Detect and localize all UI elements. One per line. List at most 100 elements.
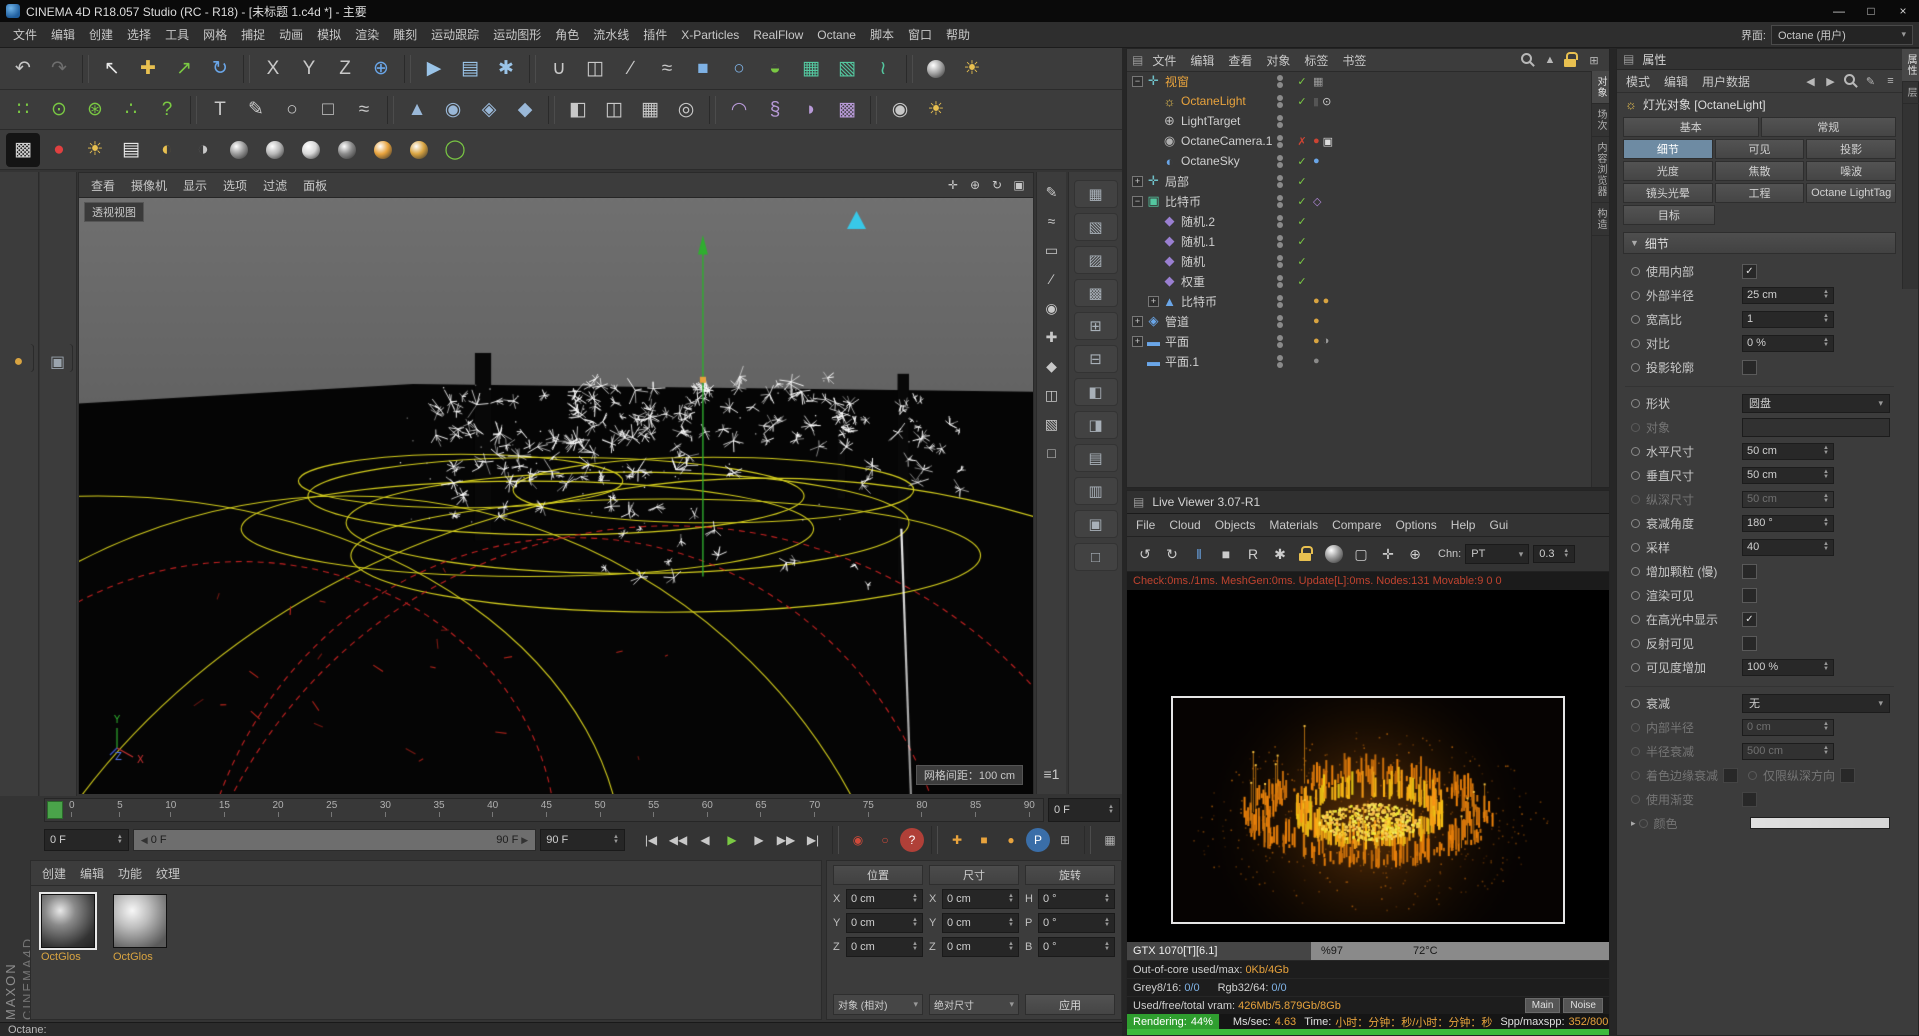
scroll-to-active-icon[interactable]: ▲ [1540,51,1560,69]
om-menu-item-2[interactable]: 查看 [1221,52,1259,69]
main-menu-item-11[interactable]: 运动跟踪 [424,26,486,43]
octane-logo-icon[interactable]: ▩ [6,133,40,167]
enable-toggle[interactable]: ✓ [1295,75,1309,88]
modeling-icon-12[interactable]: □ [1074,543,1118,571]
toggle-panel-icon[interactable]: ▣ [1009,175,1029,195]
record-pla-toggle[interactable]: ⊞ [1053,828,1077,852]
noise-button[interactable]: Noise [1563,998,1603,1013]
lv-menu-item-3[interactable]: Materials [1262,518,1325,532]
keyframe-dot[interactable] [1631,663,1640,672]
sculpt-pinch-icon[interactable]: ◆ [1039,354,1065,378]
param-input[interactable]: 40▲▼ [1742,539,1834,556]
timeline-tick-70[interactable]: 70 [809,800,820,817]
collapse-icon[interactable]: − [1132,196,1143,207]
enable-toggle[interactable]: ✓ [1295,215,1309,228]
keyframe-dot[interactable] [1631,471,1640,480]
visibility-dots[interactable] [1277,94,1283,109]
om-menu-item-0[interactable]: 文件 [1145,52,1183,69]
object-name[interactable]: LightTarget [1181,114,1240,128]
undo-icon[interactable]: ↶ [6,52,40,86]
object-name[interactable]: OctaneSky [1181,154,1240,168]
tab-常规[interactable]: 常规 [1761,117,1897,137]
spinner-arrows-icon[interactable]: ▲▼ [1008,942,1014,952]
modeling-icon-6[interactable]: ⊟ [1074,345,1118,373]
visibility-dots[interactable] [1277,194,1283,209]
coord-input[interactable]: 0 °▲▼ [1038,889,1115,909]
object-name[interactable]: 平面.1 [1165,353,1199,370]
spinner-arrows-icon[interactable]: ▲▼ [1104,918,1110,928]
tab-目标[interactable]: 目标 [1623,205,1715,225]
loft-icon[interactable]: ◈ [472,93,506,127]
bulge-deformer-icon[interactable]: ◗ [794,93,828,127]
checkbox[interactable] [1742,360,1757,375]
visibility-dots[interactable] [1277,354,1283,369]
keyframe-dot[interactable] [1631,723,1640,732]
lv-menu-item-6[interactable]: Help [1444,518,1483,532]
main-menu-item-13[interactable]: 角色 [548,26,586,43]
scale-icon[interactable]: ↗ [167,52,201,86]
object-row[interactable]: +▲比特币●● [1127,291,1592,311]
param-input[interactable]: 50 cm▲▼ [1742,491,1834,508]
octane-render-icon[interactable]: ● [42,133,76,167]
keyframe-selection-button[interactable]: ? [900,828,924,852]
object-name[interactable]: 随机.2 [1181,213,1215,230]
keyframe-dot[interactable] [1631,639,1640,648]
rotate-icon[interactable]: ↻ [203,52,237,86]
param-input[interactable]: 50 cm▲▼ [1742,443,1834,460]
keyframe-dot[interactable] [1631,771,1640,780]
timeline-tick-0[interactable]: 0 [69,800,75,817]
lock-z-icon[interactable]: Z [328,52,362,86]
material-name[interactable]: OctGlos [41,951,103,963]
coords-size-dropdown[interactable]: 绝对尺寸▾ [929,994,1019,1015]
main-menu-item-0[interactable]: 文件 [6,26,44,43]
checkbox[interactable] [1840,768,1855,783]
sculpt-erase-icon[interactable]: □ [1039,441,1065,465]
octane-ies-light-icon[interactable]: ◑ [186,133,220,167]
visibility-dots[interactable] [1277,174,1283,189]
sculpt-smooth-icon[interactable]: ≈ [1039,209,1065,233]
expand-icon[interactable]: + [1132,176,1143,187]
subdivision-surface-icon[interactable]: ◒ [758,52,792,86]
lock-resolution-icon[interactable] [1295,542,1319,566]
spinner-arrows-icon[interactable]: ▲▼ [1823,518,1829,528]
mograph-tag[interactable]: ◇ [1313,195,1321,208]
manager-tab[interactable]: 内容浏览器 [1592,137,1609,203]
sculpt-knife-icon[interactable]: ∕ [1039,267,1065,291]
smooth-tool-icon[interactable]: ≈ [650,52,684,86]
object-row[interactable]: ◉OctaneCamera.1✗●▣ [1127,131,1592,151]
sculpt-pull-icon[interactable]: ✎ [1039,180,1065,204]
tab-Octane LightTag[interactable]: Octane LightTag [1806,183,1896,203]
tab-镜头光晕[interactable]: 镜头光晕 [1623,183,1713,203]
param-dropdown[interactable]: 无▾ [1742,694,1890,713]
main-menu-item-21[interactable]: 帮助 [939,26,977,43]
prev-key-button[interactable]: ◀◀ [666,828,690,852]
main-menu-item-4[interactable]: 工具 [158,26,196,43]
expand-icon[interactable]: + [1132,336,1143,347]
tab-基本[interactable]: 基本 [1623,117,1759,137]
sculpt-mask-icon[interactable]: ▧ [1039,412,1065,436]
checkbox[interactable] [1742,792,1757,807]
octane-mix-material-icon[interactable] [402,133,436,167]
spinner-arrows-icon[interactable]: ▲▼ [1823,746,1829,756]
spinner-arrows-icon[interactable]: ▲▼ [1104,894,1110,904]
checkbox[interactable] [1742,588,1757,603]
enable-toggle[interactable]: ✗ [1295,135,1309,148]
nav-back-icon[interactable]: ◀ [1801,72,1820,90]
range-end-input[interactable]: 90 F▲▼ [540,829,625,851]
visibility-dots[interactable] [1277,74,1283,89]
light-tool-icon[interactable]: ☀ [955,52,989,86]
focus-picker-icon[interactable]: ✛ [1376,542,1400,566]
modeling-icon-2[interactable]: ▧ [1074,213,1118,241]
keyframe-dot[interactable] [1631,315,1640,324]
spinner-arrows-icon[interactable]: ▲▼ [1108,805,1114,815]
spline-primitive-icon[interactable]: ○ [722,52,756,86]
next-frame-button[interactable]: ▶ [747,828,771,852]
autokey-button[interactable]: ○ [873,828,897,852]
viewport-menu-item-0[interactable]: 查看 [83,177,123,194]
record-parameter-toggle[interactable]: P [1026,828,1050,852]
param-input[interactable]: 0 cm▲▼ [1742,719,1834,736]
object-name[interactable]: 平面 [1165,333,1189,350]
object-name[interactable]: 局部 [1165,173,1189,190]
object-row[interactable]: ☼OctaneLight✓▮⊙ [1127,91,1592,111]
material-tag[interactable]: ● [1313,355,1320,367]
